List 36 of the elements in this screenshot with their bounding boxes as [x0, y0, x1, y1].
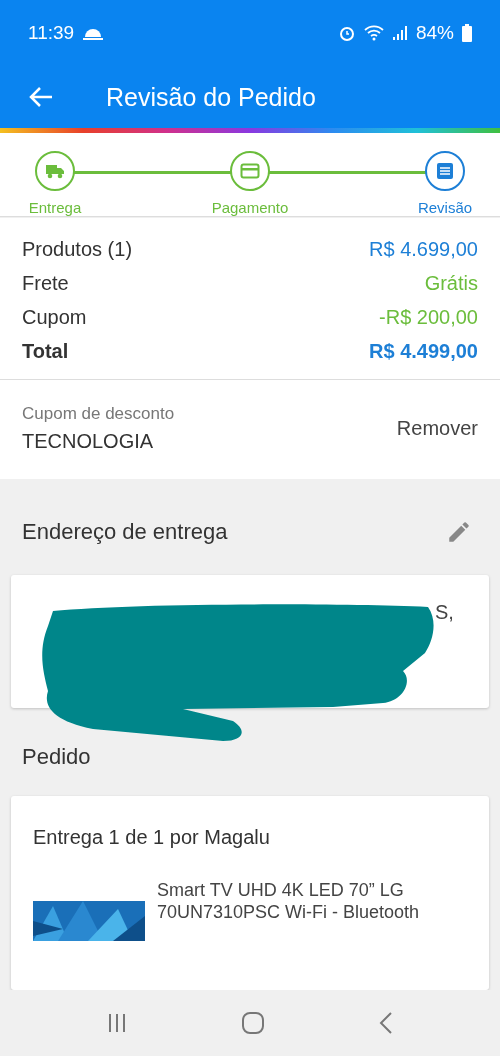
- step-indicator[interactable]: [425, 151, 465, 191]
- page-title: Revisão do Pedido: [106, 82, 316, 112]
- step-indicator[interactable]: [35, 151, 75, 191]
- home-icon: [241, 1011, 265, 1035]
- signal-icon: [391, 25, 408, 41]
- coupon-label: Cupom de desconto: [22, 404, 175, 424]
- step-label: Pagamento: [211, 199, 289, 216]
- summary-label: Produtos (1): [22, 238, 133, 261]
- back-arrow-icon: [28, 86, 54, 108]
- wifi-icon: [363, 25, 384, 41]
- credit-card-icon: [240, 163, 260, 179]
- step-indicator[interactable]: [230, 151, 270, 191]
- remove-coupon-button[interactable]: Remover: [396, 417, 478, 440]
- step-label: Entrega: [28, 199, 82, 216]
- battery-percent: 84%: [415, 22, 454, 44]
- summary-value: Grátis: [424, 272, 478, 295]
- pencil-icon: [446, 519, 472, 545]
- alarm-icon: [337, 24, 356, 42]
- truck-icon: [45, 163, 65, 179]
- summary-label: Total: [22, 340, 69, 363]
- product-name[interactable]: Smart TV UHD 4K LED 70” LG 70UN7310PSC Wi-Fi - Bluetooth: [157, 879, 467, 942]
- summary-value: R$ 4.499,00: [369, 340, 478, 363]
- step-label: Revisão: [417, 199, 473, 216]
- section-title: Pedido: [22, 744, 91, 771]
- back-chevron-icon: [377, 1011, 394, 1035]
- coupon-code: TECNOLOGIA: [22, 430, 155, 453]
- summary-value: R$ 4.699,00: [369, 238, 478, 261]
- battery-icon: [462, 24, 472, 42]
- summary-label: Frete: [22, 272, 69, 295]
- delivery-title: Entrega 1 de 1 por Magalu: [33, 826, 271, 850]
- document-icon: [436, 162, 454, 180]
- summary-label: Cupom: [22, 306, 87, 329]
- summary-value: -R$ 200,00: [379, 306, 478, 329]
- address-text: S,: [435, 601, 454, 624]
- status-time: 11:39: [28, 22, 75, 44]
- section-title: Endereço de entrega: [22, 519, 228, 545]
